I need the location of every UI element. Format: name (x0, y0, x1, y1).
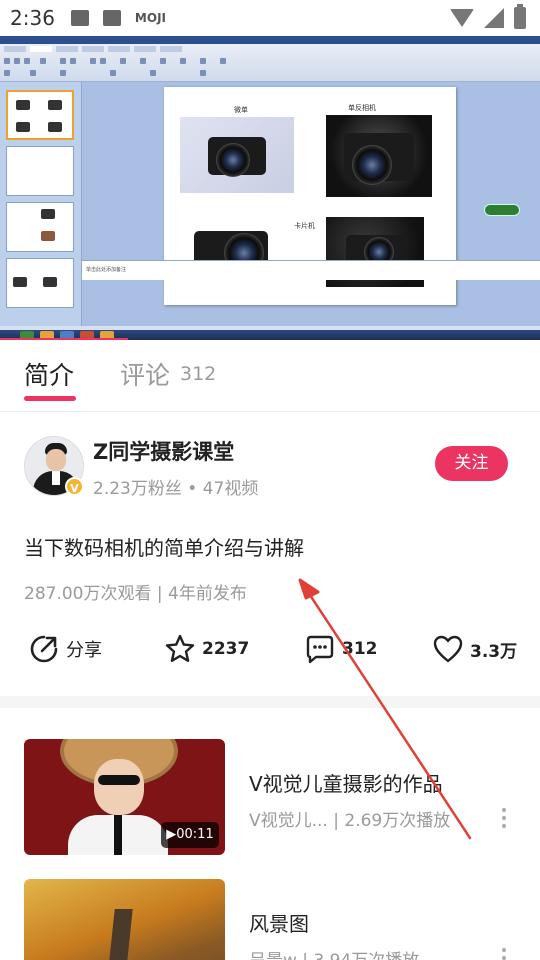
status-time: 2:36 (10, 6, 55, 30)
rec-meta-1: V视觉儿... | 2.69万次播放 (249, 811, 451, 831)
video-title: 当下数码相机的简单介绍与讲解 (24, 536, 304, 560)
tab-active-indicator (24, 396, 76, 401)
tab-comments-count[interactable]: 312 (180, 363, 216, 385)
battery-icon (514, 4, 526, 29)
more-options-icon[interactable] (496, 948, 512, 960)
status-bar: 2:36 MOJI (0, 0, 540, 36)
like-button[interactable]: 3.3万 (432, 632, 517, 666)
favorite-count: 2237 (202, 639, 250, 659)
ppt-floating-widget (484, 204, 520, 216)
ppt-thumbnail-2 (6, 146, 74, 196)
ppt-notes-pane: 单击此处添加备注 (82, 260, 540, 280)
ppt-thumbnail-3 (6, 202, 74, 252)
heart-icon (433, 635, 463, 663)
text-a-icon (102, 10, 121, 26)
camera-photo-mirrorless (180, 117, 294, 193)
image-icon (70, 10, 89, 26)
share-button[interactable]: 分享 (28, 632, 102, 666)
status-notifications: MOJI (70, 10, 166, 26)
tab-intro[interactable]: 简介 (24, 356, 74, 392)
status-system-icons (450, 4, 526, 29)
author-name[interactable]: Z同学摄影课堂 (93, 436, 234, 466)
ppt-slide-panel (0, 82, 82, 326)
video-meta: 287.00万次观看 | 4年前发布 (24, 584, 247, 604)
camera-photo-dslr (326, 115, 432, 197)
rec-meta-2: 呈景w | 3.94万次播放 (249, 946, 419, 960)
tab-comments[interactable]: 评论 (120, 356, 170, 392)
moji-label: MOJI (134, 11, 166, 25)
wifi-icon (450, 9, 474, 27)
comment-count: 312 (342, 639, 378, 659)
rec-thumbnail-2[interactable] (24, 879, 225, 960)
ppt-title-bar (0, 36, 540, 44)
share-label: 分享 (66, 640, 102, 661)
favorite-button[interactable]: 2237 (164, 632, 249, 666)
ppt-thumbnail-4 (6, 258, 74, 308)
more-options-icon[interactable] (496, 808, 512, 828)
star-icon (165, 634, 195, 662)
comment-button[interactable]: 312 (304, 632, 378, 666)
share-icon (30, 635, 58, 663)
ppt-notes-placeholder: 单击此处添加备注 (86, 267, 127, 273)
ppt-ribbon (0, 44, 540, 82)
video-player[interactable]: 微单 单反相机 卡片机 单击此处添加备注 (0, 36, 540, 340)
comment-icon (306, 635, 334, 664)
detail-tabs: 简介 评论 312 (0, 340, 540, 412)
rec-duration-1: ▶00:11 (161, 822, 219, 848)
like-count: 3.3万 (470, 641, 518, 662)
slide-label-dslr: 单反相机 (348, 104, 376, 112)
slide-label-mirrorless: 微单 (234, 106, 248, 114)
author-stats: 2.23万粉丝 • 47视频 (93, 479, 259, 499)
slide-label-compact: 卡片机 (294, 222, 315, 230)
signal-icon (484, 8, 504, 28)
follow-button[interactable]: 关注 (435, 446, 508, 481)
verified-badge-icon: V (65, 477, 84, 496)
rec-title-2[interactable]: 风景图 (249, 908, 309, 937)
section-divider (0, 696, 540, 708)
ppt-thumbnail-1 (6, 90, 74, 140)
ppt-editor: 微单 单反相机 卡片机 (82, 82, 540, 326)
rec-title-1[interactable]: V视觉儿童摄影的作品 (249, 768, 443, 797)
